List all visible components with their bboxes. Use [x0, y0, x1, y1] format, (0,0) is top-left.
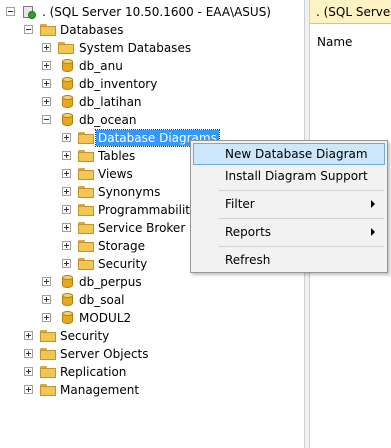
tree-node-label: db_latihan [79, 95, 142, 109]
tree-node-label: db_inventory [79, 77, 158, 91]
menu-item-label: Refresh [225, 253, 271, 267]
tree-node-label: db_perpus [79, 275, 142, 289]
database-icon [62, 293, 73, 307]
menu-item-install-diagram-support[interactable]: Install Diagram Support [193, 165, 385, 187]
folder-icon [78, 204, 94, 216]
folder-icon [78, 150, 94, 162]
tree-node-label: Programmability [98, 203, 198, 217]
expand-icon[interactable] [62, 169, 71, 178]
tree-node-label: db_ocean [79, 113, 137, 127]
context-menu: New Database Diagram Install Diagram Sup… [190, 140, 388, 273]
database-icon [62, 95, 73, 109]
folder-icon [40, 384, 56, 396]
expand-icon[interactable] [62, 133, 71, 142]
menu-item-filter[interactable]: Filter [193, 193, 385, 215]
expand-icon[interactable] [24, 331, 33, 340]
database-icon [62, 311, 73, 325]
tree-node-label: Tables [98, 149, 136, 163]
tree-node-label: db_soal [79, 293, 125, 307]
database-icon [62, 77, 73, 91]
submenu-arrow-icon [371, 200, 375, 208]
folder-icon [58, 42, 74, 54]
menu-separator [219, 218, 384, 219]
expand-icon[interactable] [42, 79, 51, 88]
submenu-arrow-icon [371, 228, 375, 236]
folder-icon [78, 222, 94, 234]
expand-icon[interactable] [62, 205, 71, 214]
database-icon [62, 59, 73, 73]
tree-node-label: Management [60, 383, 140, 397]
expand-icon[interactable] [42, 43, 51, 52]
menu-item-label: Reports [225, 225, 272, 239]
folder-icon [78, 240, 94, 252]
folder-icon [40, 24, 56, 36]
details-tab[interactable]: . (SQL Server 10.50.1600 - EAA\ASUS) [310, 0, 391, 24]
folder-icon [40, 366, 56, 378]
tree-node-label: Views [98, 167, 133, 181]
expand-icon[interactable] [62, 223, 71, 232]
expand-icon[interactable] [24, 367, 33, 376]
expand-icon[interactable] [42, 313, 51, 322]
collapse-icon[interactable] [24, 25, 33, 34]
expand-icon[interactable] [24, 349, 33, 358]
server-icon [22, 5, 36, 19]
menu-item-label: Install Diagram Support [225, 169, 368, 183]
database-icon [62, 113, 73, 127]
menu-item-label: New Database Diagram [225, 147, 368, 161]
menu-item-new-database-diagram[interactable]: New Database Diagram [193, 143, 385, 165]
folder-icon [40, 330, 56, 342]
database-icon [62, 275, 73, 289]
expand-icon[interactable] [62, 187, 71, 196]
tree-node-label: Databases [60, 23, 124, 37]
menu-item-refresh[interactable]: Refresh [193, 249, 385, 271]
expand-icon[interactable] [62, 241, 71, 250]
menu-separator [219, 246, 384, 247]
collapse-icon[interactable] [42, 115, 51, 124]
folder-icon [78, 132, 94, 144]
tree-node-label: db_anu [79, 59, 123, 73]
tree-node-label: Storage [98, 239, 145, 253]
tree-node-label: Replication [60, 365, 127, 379]
expand-icon[interactable] [42, 277, 51, 286]
expand-icon[interactable] [62, 259, 71, 268]
tree-node-label: System Databases [79, 41, 192, 55]
expand-icon[interactable] [62, 151, 71, 160]
folder-icon [78, 168, 94, 180]
tree-node-label: Security [98, 257, 148, 271]
column-header-name[interactable]: Name [310, 32, 391, 52]
tree-node-label: Service Broker [98, 221, 186, 235]
menu-separator [219, 190, 384, 191]
menu-item-label: Filter [225, 197, 255, 211]
tree-node-label: MODUL2 [79, 311, 132, 325]
tree-node-label: . (SQL Server 10.50.1600 - EAA\ASUS) [42, 5, 271, 19]
collapse-icon[interactable] [6, 7, 15, 16]
tree-node-label: Server Objects [60, 347, 149, 361]
expand-icon[interactable] [24, 385, 33, 394]
expand-icon[interactable] [42, 61, 51, 70]
expand-icon[interactable] [42, 97, 51, 106]
menu-item-reports[interactable]: Reports [193, 221, 385, 243]
folder-icon [78, 258, 94, 270]
folder-icon [40, 348, 56, 360]
tree-node-label: Synonyms [98, 185, 161, 199]
folder-icon [78, 186, 94, 198]
tree-node-label: Security [60, 329, 110, 343]
expand-icon[interactable] [42, 295, 51, 304]
